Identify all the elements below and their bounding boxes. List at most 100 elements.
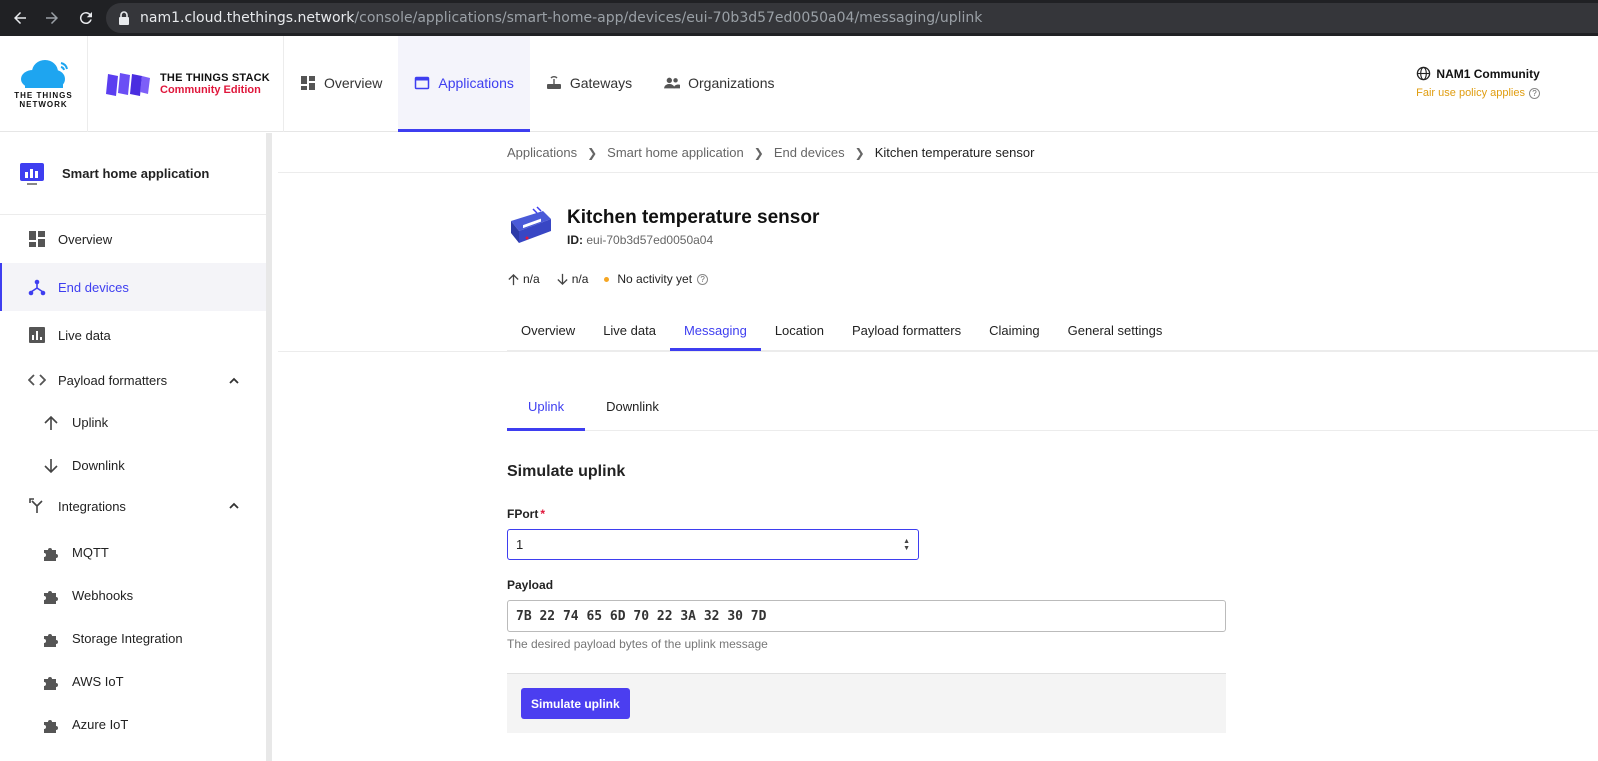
sidebar-item-overview[interactable]: Overview <box>0 215 266 263</box>
sidebar-item-mqtt[interactable]: MQTT <box>0 531 266 574</box>
sidebar-item-storage-integration[interactable]: Storage Integration <box>0 617 266 660</box>
payload-label: Payload <box>507 578 554 592</box>
tts-logo[interactable]: THE THINGS STACK Community Edition <box>88 36 284 132</box>
device-id-label: ID: <box>567 233 583 247</box>
subtab-uplink[interactable]: Uplink <box>507 385 586 431</box>
number-stepper[interactable]: ▲ ▼ <box>903 538 910 552</box>
tab-messaging[interactable]: Messaging <box>669 313 761 351</box>
merge-icon <box>29 498 43 513</box>
address-bar[interactable]: nam1.cloud.thethings.network/console/app… <box>106 3 1598 33</box>
nav-gateways[interactable]: Gateways <box>530 36 648 132</box>
sidebar-item-aws-iot[interactable]: AWS IoT <box>0 660 266 703</box>
sidebar-item-label: Storage Integration <box>72 631 183 646</box>
chevron-up-icon[interactable] <box>228 500 240 512</box>
tab-claiming[interactable]: Claiming <box>975 313 1054 351</box>
payload-hint: The desired payload bytes of the uplink … <box>507 637 768 651</box>
tab-location[interactable]: Location <box>761 313 838 351</box>
browser-toolbar: nam1.cloud.thethings.network/console/app… <box>0 0 1598 36</box>
sidebar-item-label: Downlink <box>72 458 125 473</box>
url-path: /console/applications/smart-home-app/dev… <box>354 10 983 26</box>
sidebar-item-azure-iot[interactable]: Azure IoT <box>0 703 266 746</box>
ttn-logo[interactable]: THE THINGS NETWORK <box>0 36 88 132</box>
help-icon[interactable]: ? <box>697 273 709 285</box>
sidebar-item-label: Overview <box>58 231 113 247</box>
sidebar-item-label: AWS IoT <box>72 674 124 689</box>
breadcrumb-application[interactable]: Smart home application <box>607 145 744 160</box>
sidebar-item-integrations[interactable]: Integrations <box>0 487 266 525</box>
chevron-up-icon[interactable] <box>228 375 240 387</box>
sidebar-item-uplink[interactable]: Uplink <box>0 401 266 444</box>
forward-icon[interactable] <box>38 4 66 32</box>
simulate-uplink-button[interactable]: Simulate uplink <box>521 688 630 719</box>
sidebar-item-webhooks[interactable]: Webhooks <box>0 574 266 617</box>
sidebar-item-end-devices[interactable]: End devices <box>0 263 266 311</box>
people-icon <box>664 77 681 88</box>
chevron-right-icon: ❯ <box>587 145 598 160</box>
tab-overview[interactable]: Overview <box>507 313 589 351</box>
nav-applications[interactable]: Applications <box>398 36 530 132</box>
globe-icon <box>1417 66 1431 81</box>
nav-organizations[interactable]: Organizations <box>648 36 790 132</box>
breadcrumb-applications[interactable]: Applications <box>507 145 577 160</box>
cluster-name: NAM1 Community <box>1436 66 1540 81</box>
app-header: THE THINGS NETWORK THE THINGS STACK Comm… <box>0 36 1598 132</box>
fair-use-link[interactable]: Fair use policy applies? <box>1416 87 1540 99</box>
nav-overview[interactable]: Overview <box>284 36 398 132</box>
sidebar-item-payload-formatters[interactable]: Payload formatters <box>0 359 266 401</box>
messaging-subtabs: Uplink Downlink <box>507 385 1598 431</box>
puzzle-icon <box>44 633 58 647</box>
sidebar-item-label: Azure IoT <box>72 717 129 732</box>
nav-gateways-label: Gateways <box>569 74 633 91</box>
puzzle-icon <box>44 547 58 561</box>
nav-organizations-label: Organizations <box>688 74 775 91</box>
cluster-info[interactable]: NAM1 Community Fair use policy applies? <box>1416 66 1540 99</box>
router-icon <box>546 75 561 89</box>
nav-overview-label: Overview <box>324 74 383 91</box>
bar-chart-icon <box>29 327 45 343</box>
breadcrumb-current: Kitchen temperature sensor <box>874 145 1035 160</box>
sidebar-item-label: Integrations <box>58 498 126 514</box>
subtab-downlink[interactable]: Downlink <box>585 385 680 431</box>
puzzle-icon <box>44 719 58 733</box>
window-icon <box>415 76 430 89</box>
fport-input[interactable]: 1 ▲ ▼ <box>507 529 919 560</box>
sidebar-item-live-data[interactable]: Live data <box>0 311 266 359</box>
cloud-icon <box>20 60 68 88</box>
status-dot <box>604 276 610 282</box>
back-icon[interactable] <box>6 4 34 32</box>
breadcrumb: Applications ❯ Smart home application ❯ … <box>278 133 1598 173</box>
simulate-uplink-form: Simulate uplink FPort * 1 ▲ ▼ Payload 7B 2… <box>507 463 1227 733</box>
sidebar-item-downlink[interactable]: Downlink <box>0 444 266 487</box>
tts-edition: Community Edition <box>160 84 261 96</box>
sidebar-item-label: Live data <box>58 327 111 343</box>
reload-icon[interactable] <box>72 4 100 32</box>
payload-value: 7B 22 74 65 6D 70 22 3A 32 30 7D <box>516 608 767 624</box>
uplink-stat: n/a <box>507 272 540 286</box>
tab-general-settings[interactable]: General settings <box>1054 313 1177 351</box>
code-icon <box>28 374 46 386</box>
main-content: Applications ❯ Smart home application ❯ … <box>278 133 1598 761</box>
tab-payload-formatters[interactable]: Payload formatters <box>838 313 975 351</box>
application-icon <box>20 162 44 185</box>
payload-input[interactable]: 7B 22 74 65 6D 70 22 3A 32 30 7D <box>507 600 1226 632</box>
device-stats: n/a n/a No activity yet ? <box>507 272 724 286</box>
dashboard-icon <box>29 231 45 247</box>
sidebar-item-label: Uplink <box>72 415 109 430</box>
device-title: Kitchen temperature sensor <box>567 207 820 228</box>
fport-label: FPort <box>507 507 539 521</box>
sidebar-item-label: MQTT <box>72 545 109 560</box>
sidebar-app-header[interactable]: Smart home application <box>0 133 266 215</box>
sidebar-app-name: Smart home application <box>62 166 210 181</box>
ttn-logo-text: THE THINGS NETWORK <box>14 91 73 109</box>
breadcrumb-end-devices[interactable]: End devices <box>774 145 845 160</box>
puzzle-icon <box>44 676 58 690</box>
device-id-row: ID: eui-70b3d57ed0050a04 <box>567 233 819 247</box>
sidebar: Smart home application Overview End devi… <box>0 133 272 761</box>
nav-applications-label: Applications <box>438 74 514 91</box>
sidebar-item-label: End devices <box>58 279 129 295</box>
dashboard-icon <box>301 75 315 90</box>
tab-live-data[interactable]: Live data <box>589 313 670 351</box>
form-submit-bar: Simulate uplink <box>507 673 1226 733</box>
activity-status: No activity yet ? <box>604 272 709 286</box>
chevron-right-icon: ❯ <box>753 145 764 160</box>
